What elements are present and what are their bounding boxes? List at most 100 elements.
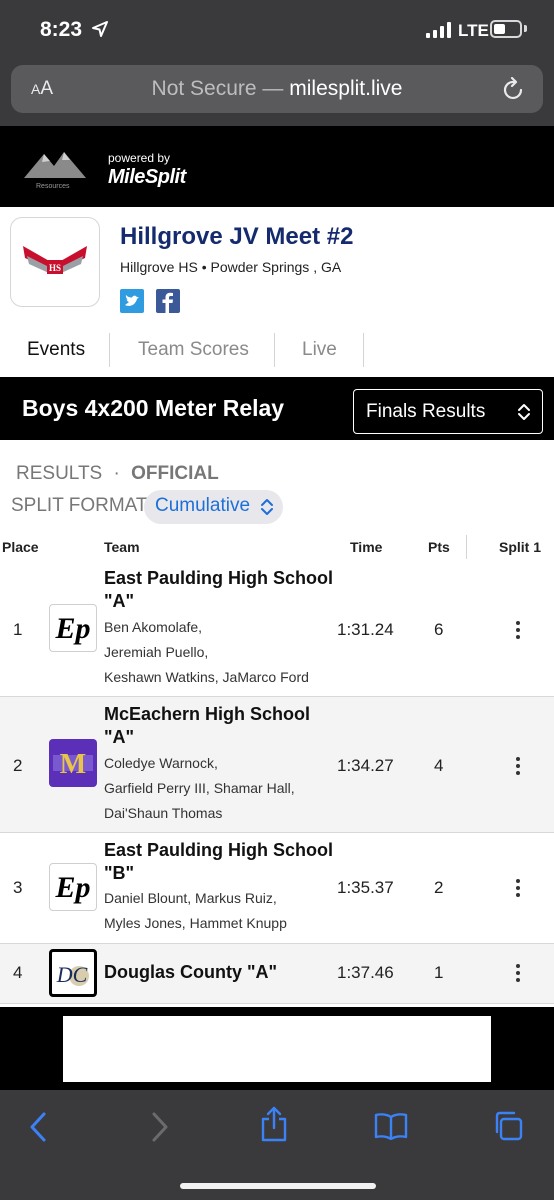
table-row[interactable]: 3 Ep East Paulding High School "B" Danie… xyxy=(0,833,554,944)
forward-icon[interactable] xyxy=(148,1110,170,1144)
team-logo-east-paulding: Ep xyxy=(49,863,97,911)
header-pts: Pts xyxy=(428,539,450,555)
more-options-icon[interactable] xyxy=(516,621,522,642)
header-team: Team xyxy=(104,539,140,555)
event-title: Boys 4x200 Meter Relay xyxy=(22,395,285,421)
athlete-line[interactable]: Jeremiah Puello, xyxy=(104,640,329,665)
location-arrow-icon xyxy=(92,21,108,37)
network-type: LTE xyxy=(458,21,489,40)
twitter-icon[interactable] xyxy=(120,289,144,313)
chevron-up-down-icon xyxy=(261,499,273,515)
athlete-line[interactable]: Daniel Blount, Markus Ruiz, xyxy=(104,886,329,911)
svg-text:DC: DC xyxy=(56,962,88,987)
athlete-line[interactable]: Garfield Perry III, Shamar Hall, xyxy=(104,776,329,801)
url-domain: milesplit.live xyxy=(289,77,403,100)
more-options-icon[interactable] xyxy=(516,964,522,985)
event-bar: Boys 4x200 Meter Relay Finals Results xyxy=(0,377,554,440)
split-format-select[interactable]: Cumulative xyxy=(144,490,283,524)
row-points: 6 xyxy=(434,620,444,639)
ad-banner-area xyxy=(0,1007,554,1090)
share-icon[interactable] xyxy=(260,1106,288,1142)
reload-icon[interactable] xyxy=(503,77,525,101)
table-row[interactable]: 4 DC Douglas County "A" 1:37.46 1 xyxy=(0,944,554,1004)
row-place: 2 xyxy=(13,756,23,775)
athlete-line[interactable]: Ben Akomolafe, xyxy=(104,615,329,640)
meet-location: Hillgrove HS • Powder Springs , GA xyxy=(120,259,342,275)
facebook-icon[interactable] xyxy=(156,289,180,313)
url-display[interactable]: Not Secure — milesplit.live xyxy=(11,77,543,101)
round-select[interactable]: Finals Results xyxy=(353,389,543,434)
row-time: 1:34.27 xyxy=(337,756,394,775)
more-options-icon[interactable] xyxy=(516,757,522,778)
tab-events[interactable]: Events xyxy=(27,339,85,361)
row-team-name[interactable]: East Paulding High School "A" xyxy=(104,567,334,613)
team-logo-douglas-county: DC xyxy=(49,949,97,997)
athlete-line[interactable]: Keshawn Watkins, JaMarco Ford xyxy=(104,665,329,690)
svg-text:Ep: Ep xyxy=(54,871,90,904)
row-team-name[interactable]: McEachern High School "A" xyxy=(104,703,334,749)
signal-bars-icon xyxy=(426,22,451,38)
meet-logo: HS xyxy=(10,217,100,307)
row-athletes: Daniel Blount, Markus Ruiz, Myles Jones,… xyxy=(104,886,329,936)
team-logo-east-paulding: Ep xyxy=(49,604,97,652)
row-points: 1 xyxy=(434,963,444,982)
url-security-label: Not Secure — xyxy=(151,77,290,100)
bookmarks-icon[interactable] xyxy=(374,1112,408,1140)
header-place: Place xyxy=(2,539,39,555)
header-split: Split 1 xyxy=(499,539,542,555)
svg-text:HS: HS xyxy=(49,263,61,273)
results-official-label: OFFICIAL xyxy=(131,463,219,484)
row-time: 1:37.46 xyxy=(337,963,394,982)
header-separator xyxy=(466,535,467,559)
results-table-header: Place Team Time Pts Split 1 xyxy=(0,535,554,561)
ad-banner[interactable] xyxy=(63,1016,491,1082)
svg-text:Resources: Resources xyxy=(36,183,70,190)
svg-text:M: M xyxy=(60,749,86,780)
row-time: 1:31.24 xyxy=(337,620,394,639)
row-athletes: Ben Akomolafe, Jeremiah Puello, Keshawn … xyxy=(104,615,329,690)
winged-hs-logo-icon: HS xyxy=(23,246,87,274)
tab-separator xyxy=(109,333,110,367)
milesplit-logo[interactable]: MileSplit xyxy=(108,166,186,189)
row-athletes: Coledye Warnock, Garfield Perry III, Sha… xyxy=(104,751,329,826)
row-place: 4 xyxy=(13,963,23,982)
meet-header: HS Hillgrove JV Meet #2 Hillgrove HS • P… xyxy=(0,207,554,325)
row-place: 1 xyxy=(13,620,23,639)
powered-by-text: powered by xyxy=(108,151,171,165)
battery-icon xyxy=(490,20,522,38)
battery-nub xyxy=(524,25,527,32)
row-time: 1:35.37 xyxy=(337,878,394,897)
meet-title: Hillgrove JV Meet #2 xyxy=(120,223,354,250)
split-format-value: Cumulative xyxy=(155,495,251,516)
row-team-name[interactable]: East Paulding High School "B" xyxy=(104,839,334,885)
athlete-line[interactable]: Coledye Warnock, xyxy=(104,751,329,776)
row-points: 4 xyxy=(434,756,444,775)
tab-separator xyxy=(274,333,275,367)
table-row[interactable]: 2 M McEachern High School "A" Coledye Wa… xyxy=(0,697,554,833)
athlete-line[interactable]: Dai'Shaun Thomas xyxy=(104,801,329,826)
header-time: Time xyxy=(350,539,383,555)
more-options-icon[interactable] xyxy=(516,879,522,900)
address-bar[interactable]: AA Not Secure — milesplit.live xyxy=(11,65,543,113)
back-icon[interactable] xyxy=(28,1110,50,1144)
round-select-value: Finals Results xyxy=(366,401,486,422)
tab-live[interactable]: Live xyxy=(302,339,337,361)
table-row[interactable]: 1 Ep East Paulding High School "A" Ben A… xyxy=(0,561,554,697)
results-separator: · xyxy=(113,463,120,484)
status-time: 8:23 xyxy=(40,18,83,41)
chevron-up-down-icon xyxy=(518,404,530,420)
tab-team-scores[interactable]: Team Scores xyxy=(138,339,249,361)
tabs-icon[interactable] xyxy=(492,1110,524,1142)
results-label: RESULTS xyxy=(16,463,103,484)
results-status: RESULTS · OFFICIAL xyxy=(16,463,219,485)
status-bar: 8:23 LTE xyxy=(0,0,554,58)
row-points: 2 xyxy=(434,878,444,897)
olympia-resources-logo: Resources xyxy=(24,152,86,190)
site-brand-bar: Resources powered by MileSplit xyxy=(0,126,554,207)
browser-chrome-top: 8:23 LTE AA Not Secure — milesplit.live xyxy=(0,0,554,126)
home-indicator xyxy=(180,1183,376,1189)
row-team-name[interactable]: Douglas County "A" xyxy=(104,961,334,984)
meet-tabs: Events Team Scores Live xyxy=(0,325,554,377)
athlete-line[interactable]: Myles Jones, Hammet Knupp xyxy=(104,911,329,936)
team-logo-mceachern: M xyxy=(49,739,97,787)
